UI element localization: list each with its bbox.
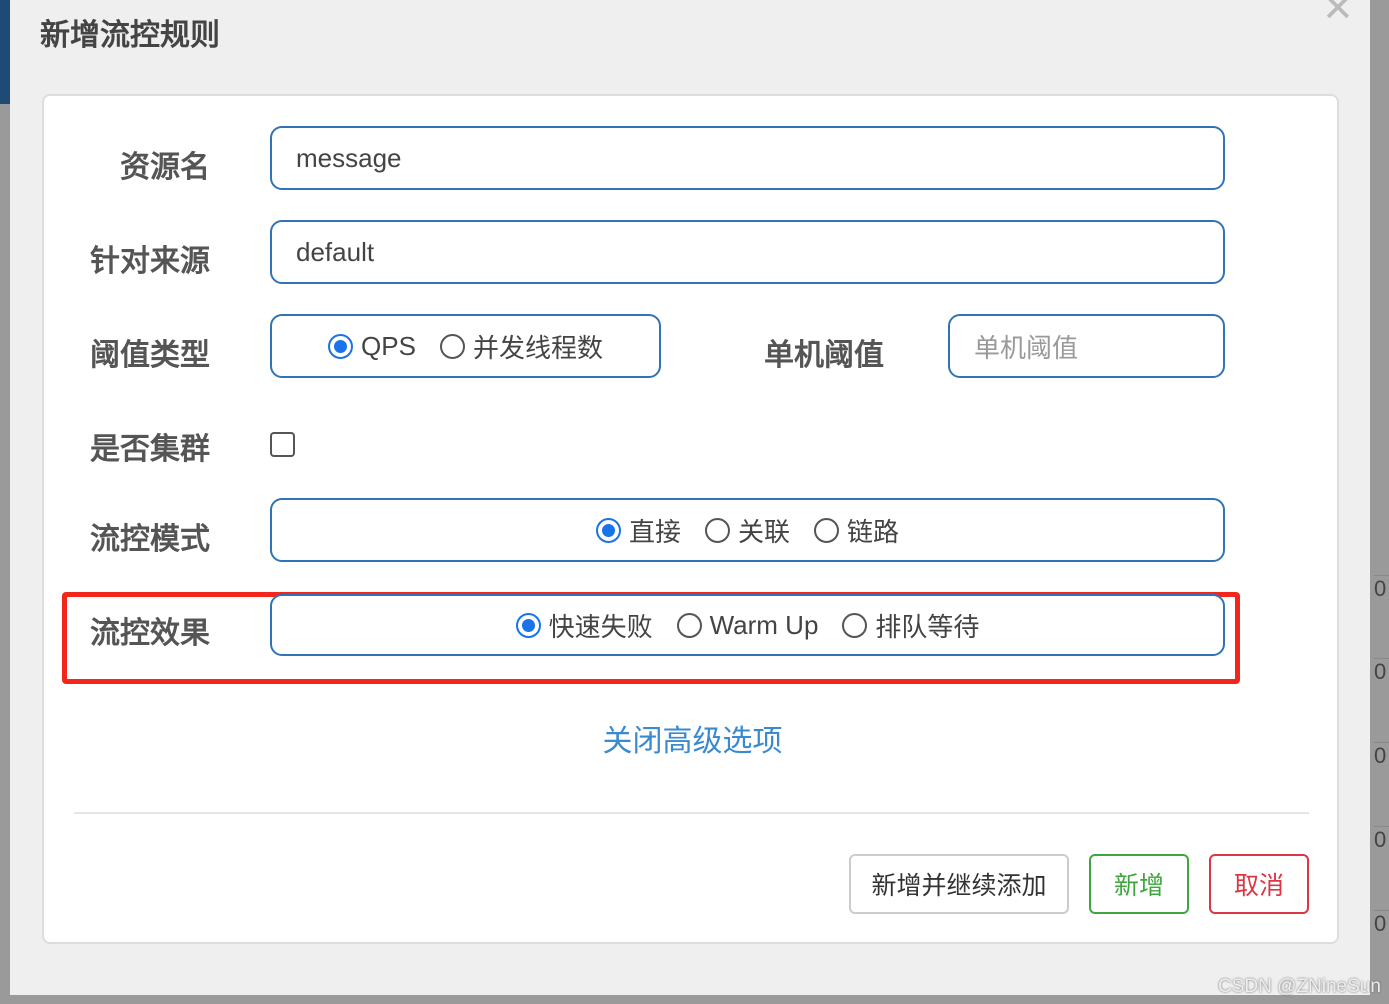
- radio-label: 并发线程数: [472, 332, 603, 363]
- strategy-radio-group: 直接 关联 链路: [270, 498, 1225, 562]
- close-icon[interactable]: ✕: [1322, 0, 1354, 31]
- grade-label: 阈值类型: [90, 339, 210, 372]
- radio-unchecked-icon: [842, 612, 868, 638]
- radio-checked-icon: [595, 517, 621, 543]
- strategy-radio-chain[interactable]: 链路: [814, 512, 899, 549]
- limit-app-input[interactable]: default: [270, 220, 1225, 284]
- count-label: 单机阈值: [764, 339, 884, 372]
- cluster-label: 是否集群: [90, 433, 210, 466]
- strategy-radio-relate[interactable]: 关联: [704, 512, 790, 549]
- divider: [74, 812, 1309, 814]
- radio-checked-icon: [328, 333, 354, 359]
- strategy-radio-direct[interactable]: 直接: [595, 512, 681, 549]
- cluster-checkbox[interactable]: [270, 432, 295, 457]
- radio-label: 直接: [628, 516, 681, 547]
- resource-input[interactable]: message: [270, 126, 1225, 190]
- limit-app-label: 针对来源: [90, 245, 210, 278]
- background-cell: 0: [1374, 742, 1389, 769]
- background-cell: 0: [1374, 910, 1389, 937]
- control-behavior-label: 流控效果: [90, 617, 210, 650]
- add-flow-rule-dialog: 新增流控规则 ✕ 资源名 message 针对来源 default 阈值类型 Q…: [10, 0, 1370, 995]
- radio-label: QPS: [361, 330, 416, 361]
- radio-label: 关联: [737, 516, 790, 547]
- background-left: [0, 0, 10, 1004]
- behavior-radio-queue[interactable]: 排队等待: [842, 607, 979, 644]
- radio-label: 链路: [847, 516, 900, 547]
- strategy-label: 流控模式: [90, 523, 210, 556]
- behavior-radio-warm-up[interactable]: Warm Up: [676, 609, 819, 641]
- background-cell: 0: [1374, 826, 1389, 853]
- form-panel: 资源名 message 针对来源 default 阈值类型 QPS 并发线程数 …: [42, 94, 1339, 944]
- toggle-advanced-link[interactable]: 关闭高级选项: [44, 716, 1341, 760]
- radio-label: 快速失败: [548, 611, 653, 642]
- background-cell: 0: [1374, 575, 1389, 602]
- add-continue-button[interactable]: 新增并继续添加: [849, 854, 1069, 914]
- cancel-button[interactable]: 取消: [1209, 854, 1309, 914]
- radio-unchecked-icon: [704, 517, 730, 543]
- count-input[interactable]: 单机阈值: [948, 314, 1225, 378]
- radio-label: Warm Up: [709, 609, 819, 640]
- radio-checked-icon: [515, 612, 541, 638]
- dialog-title: 新增流控规则: [40, 19, 220, 52]
- grade-radio-thread[interactable]: 并发线程数: [439, 328, 603, 365]
- control-behavior-radio-group: 快速失败 Warm Up 排队等待: [270, 594, 1225, 656]
- background-cell: 0: [1374, 658, 1389, 685]
- resource-value: message: [296, 142, 402, 173]
- add-button[interactable]: 新增: [1089, 854, 1189, 914]
- radio-unchecked-icon: [814, 517, 839, 543]
- limit-app-value: default: [296, 236, 375, 267]
- grade-radio-qps[interactable]: QPS: [328, 331, 416, 362]
- background-navbar: [0, 0, 10, 104]
- watermark: CSDN @ZNineSun: [1218, 976, 1381, 997]
- grade-radio-group: QPS 并发线程数: [270, 314, 661, 378]
- radio-label: 排队等待: [875, 611, 980, 642]
- behavior-radio-fail-fast[interactable]: 快速失败: [515, 607, 653, 644]
- radio-unchecked-icon: [676, 612, 702, 638]
- resource-label: 资源名: [120, 151, 210, 184]
- background-table: 0 0 0 0 0: [1370, 0, 1389, 1004]
- radio-unchecked-icon: [439, 333, 465, 359]
- count-placeholder: 单机阈值: [974, 332, 1079, 363]
